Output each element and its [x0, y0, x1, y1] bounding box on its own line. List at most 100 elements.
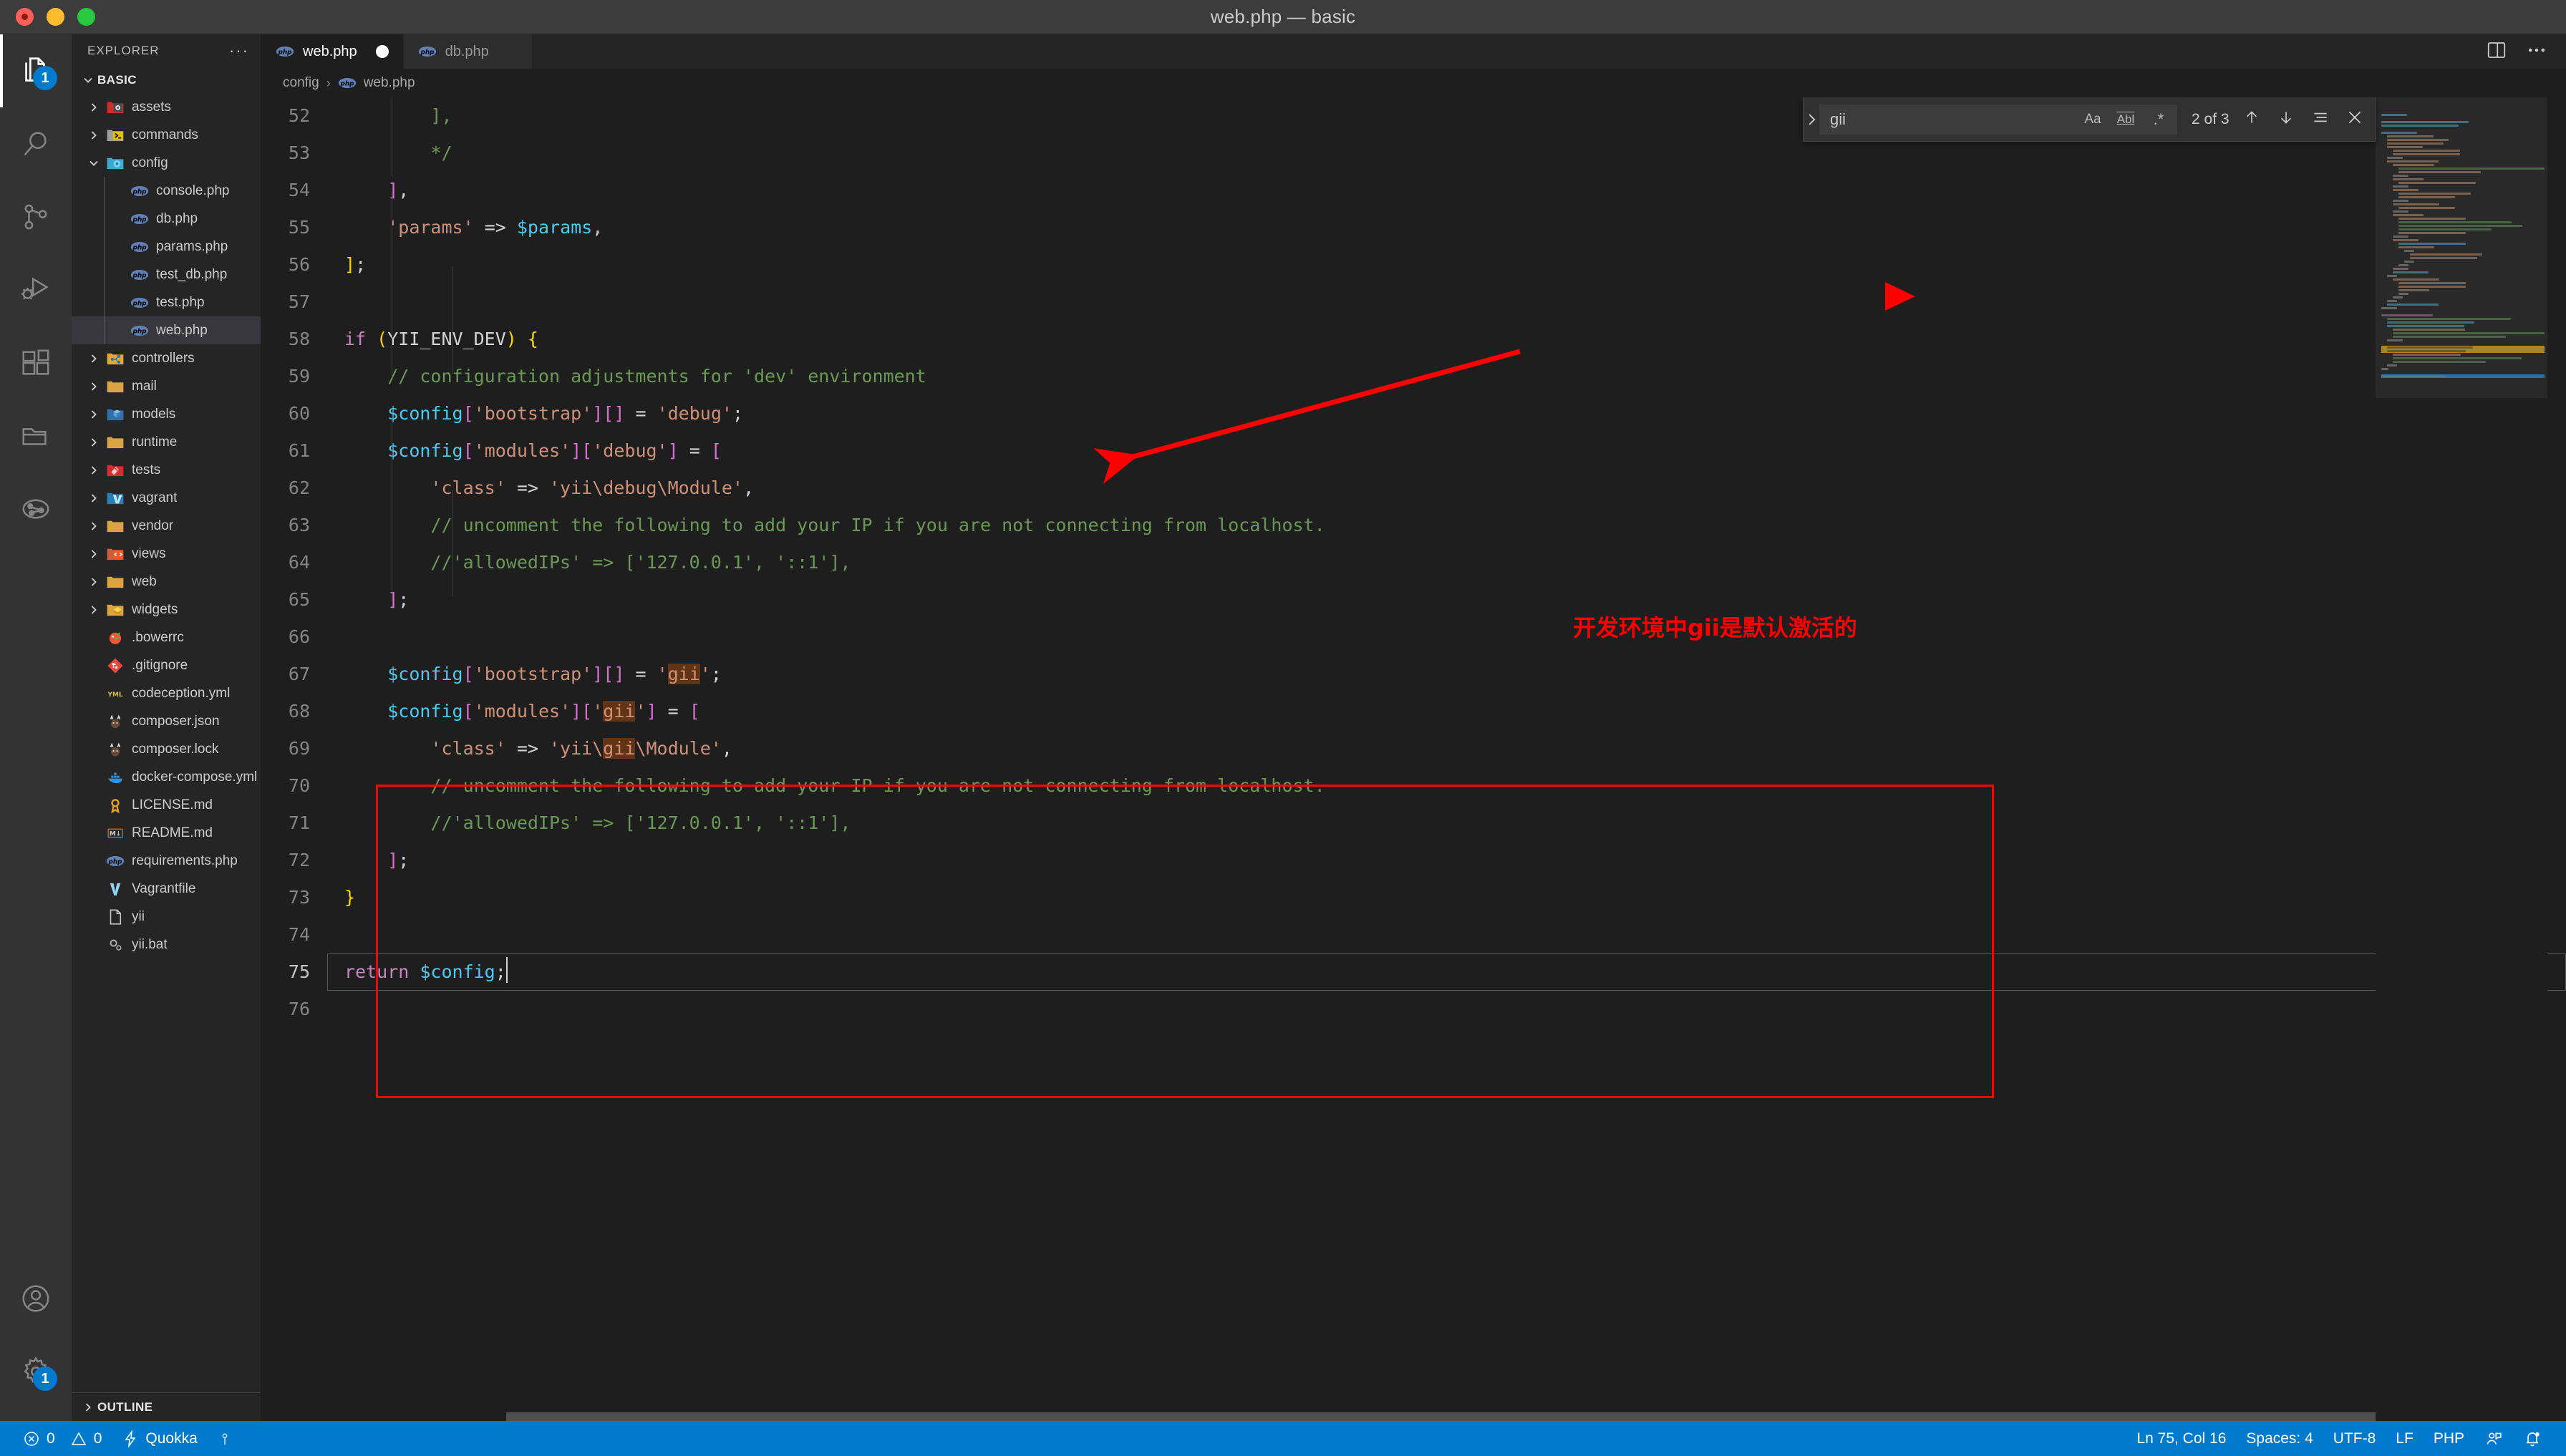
tree-file-test-php[interactable]: php test.php [72, 288, 261, 316]
tree-folder-assets[interactable]: assets [72, 93, 261, 121]
status-editor-position[interactable]: Ln 75, Col 16 [2126, 1421, 2236, 1456]
explorer-more-actions-button[interactable]: ··· [229, 43, 249, 59]
tree-file-gitignore[interactable]: .gitignore [72, 651, 261, 679]
tab-dirty-indicator[interactable] [375, 45, 389, 58]
code-line[interactable]: 71 //'allowedIPs' => ['127.0.0.1', '::1'… [261, 805, 2566, 842]
close-window-button[interactable] [16, 8, 34, 26]
activity-item-remote-explorer[interactable] [0, 399, 72, 472]
code-line[interactable]: 69 'class' => 'yii\gii\Module', [261, 730, 2566, 767]
code-line[interactable]: 64 //'allowedIPs' => ['127.0.0.1', '::1'… [261, 544, 2566, 581]
status-editor-indentation[interactable]: Spaces: 4 [2236, 1421, 2323, 1456]
code-line-text[interactable]: ]; [327, 842, 409, 879]
tree-folder-runtime[interactable]: runtime [72, 428, 261, 456]
code-line[interactable]: 68 $config['modules']['gii'] = [ [261, 693, 2566, 730]
code-line[interactable]: 60 $config['bootstrap'][] = 'debug'; [261, 395, 2566, 432]
code-line-text[interactable]: if (YII_ENV_DEV) { [327, 321, 538, 358]
code-line[interactable]: 58 if (YII_ENV_DEV) { [261, 321, 2566, 358]
window-controls[interactable] [0, 8, 95, 26]
code-line-text[interactable]: //'allowedIPs' => ['127.0.0.1', '::1'], [327, 544, 851, 581]
activity-item-extensions[interactable] [0, 326, 72, 399]
split-editor-icon[interactable] [2486, 39, 2507, 64]
tree-folder-mail[interactable]: mail [72, 372, 261, 400]
status-quokka[interactable]: Quokka [112, 1421, 207, 1456]
code-line-text[interactable]: 'class' => 'yii\gii\Module', [327, 730, 732, 767]
activity-item-run-and-debug[interactable] [0, 253, 72, 326]
tree-file-vagrantfile[interactable]: Vagrantfile [72, 875, 261, 903]
tree-file-test-db-php[interactable]: php test_db.php [72, 261, 261, 288]
code-line-text[interactable]: ], [327, 97, 452, 135]
breadcrumb-folder[interactable]: config [283, 75, 319, 91]
code-line[interactable]: 67 $config['bootstrap'][] = 'gii'; [261, 656, 2566, 693]
tree-folder-views[interactable]: views [72, 540, 261, 568]
activity-item-git-graph[interactable] [0, 472, 72, 545]
code-editor[interactable]: 52 ], 53 */54 ], 55 'params' => $params, 56… [261, 97, 2566, 1421]
code-line-text[interactable]: $config['bootstrap'][] = 'debug'; [327, 395, 743, 432]
file-tree[interactable]: assets commands config php console.php php db.… [72, 93, 261, 1392]
tree-file-docker-compose-yml[interactable]: docker-compose.yml [72, 763, 261, 791]
activity-item-accounts[interactable] [0, 1262, 72, 1335]
code-line[interactable]: 63 // uncomment the following to add you… [261, 507, 2566, 544]
close-icon[interactable] [2345, 108, 2364, 130]
tab-db-php[interactable]: php db.php [403, 34, 533, 69]
code-content[interactable]: 52 ], 53 */54 ], 55 'params' => $params, 56… [261, 97, 2566, 1421]
tree-file-web-php[interactable]: php web.php [72, 316, 261, 344]
tree-folder-models[interactable]: models [72, 400, 261, 428]
match-case-toggle[interactable]: Aa [2081, 107, 2105, 132]
tree-file-db-php[interactable]: php db.php [72, 205, 261, 233]
tree-file-console-php[interactable]: php console.php [72, 177, 261, 205]
tab-web-php[interactable]: php web.php [261, 34, 404, 69]
activity-item-explorer[interactable]: 1 [0, 34, 72, 107]
use-regex-toggle[interactable]: .* [2146, 107, 2171, 132]
code-line[interactable]: 62 'class' => 'yii\debug\Module', [261, 470, 2566, 507]
code-line[interactable]: 76 [261, 991, 2566, 1028]
tree-folder-commands[interactable]: commands [72, 121, 261, 149]
code-line-text[interactable]: //'allowedIPs' => ['127.0.0.1', '::1'], [327, 805, 851, 842]
tree-file-yii-bat[interactable]: yii.bat [72, 931, 261, 958]
code-line-text[interactable]: ], [327, 172, 409, 209]
code-line[interactable]: 75 return $config; [261, 953, 2566, 991]
code-line-text[interactable]: // configuration adjustments for 'dev' e… [327, 358, 926, 395]
code-line[interactable]: 59 // configuration adjustments for 'dev… [261, 358, 2566, 395]
status-problems[interactable]: 0 0 [13, 1421, 112, 1456]
code-line[interactable]: 65 ]; [261, 581, 2566, 618]
tree-file-requirements-php[interactable]: php requirements.php [72, 847, 261, 875]
breadcrumb-file[interactable]: web.php [364, 75, 415, 91]
workspace-folder-header[interactable]: BASIC [72, 67, 261, 93]
status-editor-language[interactable]: PHP [2424, 1421, 2474, 1456]
tree-folder-widgets[interactable]: widgets [72, 596, 261, 623]
code-line-text[interactable]: $config['bootstrap'][] = 'gii'; [327, 656, 722, 693]
breadcrumb[interactable]: config › php web.php [261, 69, 2566, 97]
tree-folder-web[interactable]: web [72, 568, 261, 596]
tree-file-composer-lock[interactable]: composer.lock [72, 735, 261, 763]
tree-folder-config[interactable]: config [72, 149, 261, 177]
tree-file-license-md[interactable]: LICENSE.md [72, 791, 261, 819]
code-line[interactable]: 66 [261, 618, 2566, 656]
code-line-text[interactable]: $config['modules']['debug'] = [ [327, 432, 722, 470]
outline-section-header[interactable]: OUTLINE [72, 1392, 261, 1421]
tree-file-composer-json[interactable]: composer.json [72, 707, 261, 735]
tree-file-yii[interactable]: yii [72, 903, 261, 931]
tree-folder-vagrant[interactable]: vagrant [72, 484, 261, 512]
activity-item-search[interactable] [0, 107, 72, 180]
match-whole-word-toggle[interactable]: Abl [2114, 107, 2138, 132]
minimap[interactable] [2376, 97, 2547, 1421]
code-line[interactable]: 57 [261, 283, 2566, 321]
code-line-text[interactable]: return $config; [327, 953, 508, 991]
code-line[interactable]: 72 ]; [261, 842, 2566, 879]
tree-file-readme-md[interactable]: M↓ README.md [72, 819, 261, 847]
code-line[interactable]: 55 'params' => $params, [261, 209, 2566, 246]
ellipsis-icon[interactable] [2526, 39, 2547, 64]
status-quokka-extra[interactable] [208, 1421, 242, 1456]
activity-item-manage-settings[interactable]: 1 [0, 1335, 72, 1408]
code-line-text[interactable]: */ [327, 135, 452, 172]
status-editor-encoding[interactable]: UTF-8 [2323, 1421, 2386, 1456]
tree-folder-vendor[interactable]: vendor [72, 512, 261, 540]
zoom-window-button[interactable] [77, 8, 95, 26]
arrow-up-icon[interactable] [2242, 108, 2261, 130]
status-feedback[interactable] [2474, 1421, 2513, 1456]
tree-file-codeception-yml[interactable]: YML codeception.yml [72, 679, 261, 707]
code-line[interactable]: 54 ], [261, 172, 2566, 209]
editor-horizontal-scrollbar[interactable] [327, 1411, 2376, 1421]
find-in-selection-icon[interactable] [2311, 108, 2330, 130]
code-line-text[interactable]: // uncomment the following to add your I… [327, 507, 1325, 544]
